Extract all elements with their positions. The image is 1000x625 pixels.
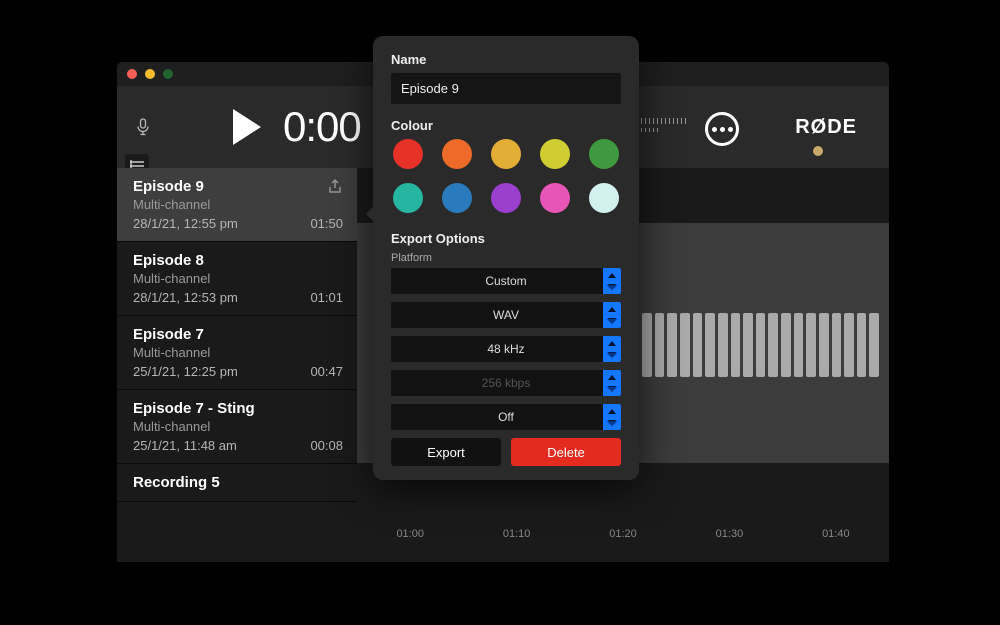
colour-swatch[interactable] bbox=[491, 139, 521, 169]
name-field-label: Name bbox=[391, 52, 621, 67]
stepper-icon bbox=[603, 404, 621, 430]
recording-title: Episode 9 bbox=[133, 178, 343, 195]
timeline-tick: 01:00 bbox=[357, 528, 463, 556]
colour-swatch[interactable] bbox=[589, 139, 619, 169]
colour-field-label: Colour bbox=[391, 118, 621, 133]
recording-item[interactable]: Episode 7 Multi-channel 25/1/21, 12:25 pm0… bbox=[117, 316, 357, 390]
colour-swatch[interactable] bbox=[393, 139, 423, 169]
delete-button[interactable]: Delete bbox=[511, 438, 621, 466]
timeline-tick: 01:20 bbox=[570, 528, 676, 556]
select-value: 256 kbps bbox=[482, 376, 531, 390]
recording-meta: 28/1/21, 12:55 pm01:50 bbox=[133, 216, 343, 231]
timeline-ticks: 01:0001:1001:2001:3001:40 bbox=[357, 528, 889, 556]
dot-icon bbox=[712, 127, 717, 132]
recording-settings-popover: Name Colour Export Options Platform Cust… bbox=[373, 36, 639, 480]
colour-swatch[interactable] bbox=[540, 183, 570, 213]
more-menu-button[interactable] bbox=[705, 112, 739, 146]
export-button[interactable]: Export bbox=[391, 438, 501, 466]
stepper-icon bbox=[603, 336, 621, 362]
recording-subtitle: Multi-channel bbox=[133, 197, 343, 212]
brand-logo: RØDE bbox=[795, 116, 857, 139]
recording-item[interactable]: Episode 7 - Sting Multi-channel 25/1/21, 1… bbox=[117, 390, 357, 464]
recording-subtitle: Multi-channel bbox=[133, 271, 343, 286]
timeline-tick: 01:40 bbox=[783, 528, 889, 556]
recording-title: Episode 8 bbox=[133, 252, 343, 269]
dot-icon bbox=[728, 127, 733, 132]
recording-subtitle: Multi-channel bbox=[133, 419, 343, 434]
colour-swatch[interactable] bbox=[442, 183, 472, 213]
popover-actions: Export Delete bbox=[391, 438, 621, 466]
colour-swatch[interactable] bbox=[393, 183, 423, 213]
mic-button[interactable] bbox=[125, 118, 161, 136]
recording-meta: 28/1/21, 12:53 pm01:01 bbox=[133, 290, 343, 305]
timeline-tick: 01:10 bbox=[463, 528, 569, 556]
window-zoom-button[interactable] bbox=[163, 69, 173, 79]
select-value: Off bbox=[498, 410, 514, 424]
select-value: Custom bbox=[485, 274, 526, 288]
microphone-icon bbox=[136, 118, 150, 136]
share-icon[interactable] bbox=[327, 178, 343, 194]
recording-item[interactable]: Episode 9 Multi-channel 28/1/21, 12:55 pm0… bbox=[117, 168, 357, 242]
recording-name-input[interactable] bbox=[391, 73, 621, 104]
recording-title: Episode 7 - Sting bbox=[133, 400, 343, 417]
timeline-tick: 01:30 bbox=[676, 528, 782, 556]
export-select: 256 kbps bbox=[391, 370, 621, 396]
play-button[interactable] bbox=[233, 109, 261, 145]
export-select[interactable]: Custom bbox=[391, 268, 621, 294]
export-select[interactable]: Off bbox=[391, 404, 621, 430]
stepper-icon bbox=[603, 370, 621, 396]
platform-label: Platform bbox=[391, 252, 621, 264]
recording-meta: 25/1/21, 12:25 pm00:47 bbox=[133, 364, 343, 379]
stepper-icon bbox=[603, 268, 621, 294]
recording-item[interactable]: Episode 8 Multi-channel 28/1/21, 12:53 pm0… bbox=[117, 242, 357, 316]
window-close-button[interactable] bbox=[127, 69, 137, 79]
dot-icon bbox=[720, 127, 725, 132]
select-value: 48 kHz bbox=[487, 342, 524, 356]
brand-accent-dot bbox=[813, 146, 823, 156]
select-value: WAV bbox=[493, 308, 519, 322]
time-display: 0:00 bbox=[283, 103, 361, 151]
colour-swatch[interactable] bbox=[491, 183, 521, 213]
recording-item[interactable]: Recording 5 bbox=[117, 464, 357, 502]
colour-swatch[interactable] bbox=[589, 183, 619, 213]
stepper-icon bbox=[603, 302, 621, 328]
recording-subtitle: Multi-channel bbox=[133, 345, 343, 360]
recordings-sidebar[interactable]: Episode 9 Multi-channel 28/1/21, 12:55 pm0… bbox=[117, 168, 357, 562]
export-options-heading: Export Options bbox=[391, 231, 621, 246]
recording-title: Recording 5 bbox=[133, 474, 343, 491]
recording-title: Episode 7 bbox=[133, 326, 343, 343]
colour-swatch[interactable] bbox=[540, 139, 570, 169]
colour-swatches bbox=[391, 139, 621, 213]
recording-meta: 25/1/21, 11:48 am00:08 bbox=[133, 438, 343, 453]
colour-swatch[interactable] bbox=[442, 139, 472, 169]
export-select[interactable]: WAV bbox=[391, 302, 621, 328]
export-select[interactable]: 48 kHz bbox=[391, 336, 621, 362]
window-minimize-button[interactable] bbox=[145, 69, 155, 79]
